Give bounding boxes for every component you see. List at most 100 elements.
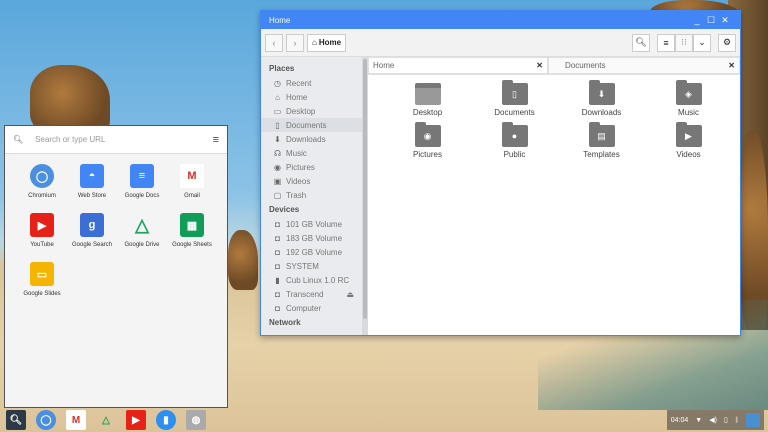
- video-icon: ▣: [273, 176, 282, 186]
- app-chromium[interactable]: ◯ Chromium: [17, 164, 67, 199]
- sidebar-item-recent[interactable]: ◷ Recent: [261, 76, 368, 90]
- sidebar-scrollbar[interactable]: [362, 57, 368, 335]
- sidebar-item-music[interactable]: ☊ Music: [261, 146, 368, 160]
- sidebar-device-item[interactable]: ◘ SYSTEM: [261, 259, 368, 273]
- shelf-launcher-search-icon[interactable]: 🔍︎: [6, 410, 26, 430]
- folder-desktop-icon: [414, 83, 441, 105]
- sidebar: Places ◷ Recent ⌂ Home ▭ Desktop ▯ Documents ⬇ Do…: [261, 57, 368, 335]
- folder-person-icon: ●: [501, 122, 528, 147]
- web-store-icon: ◓: [80, 164, 104, 188]
- folder-document-icon: ▯: [501, 80, 528, 105]
- trash-icon: ▢: [273, 190, 282, 200]
- close-tab-icon[interactable]: ✕: [536, 61, 543, 70]
- google-sheets-icon: ▦: [180, 213, 204, 237]
- volume-icon: ◀): [709, 417, 717, 424]
- bluetooth-icon: ᛒ: [734, 416, 739, 424]
- minimize-button[interactable]: _: [690, 15, 704, 25]
- folder-documents[interactable]: ▯ Documents: [471, 80, 558, 117]
- tab-home[interactable]: Home ✕: [368, 57, 548, 74]
- title-bar[interactable]: Home _ ☐ ✕: [261, 11, 740, 29]
- sidebar-item-downloads[interactable]: ⬇ Downloads: [261, 132, 368, 146]
- google-drive-icon: △: [135, 214, 149, 235]
- app-youtube[interactable]: ▶ YouTube: [17, 213, 67, 248]
- app-web-store[interactable]: ◓ Web Store: [67, 164, 117, 199]
- app-google-docs[interactable]: ≡ Google Docs: [117, 164, 167, 199]
- shelf-files-icon[interactable]: ▮: [156, 410, 176, 430]
- app-google-drive[interactable]: △ Google Drive: [117, 213, 167, 249]
- sidebar-device-item[interactable]: ◘ Computer: [261, 301, 368, 315]
- shelf-youtube-icon[interactable]: ▶: [126, 410, 146, 430]
- folder-template-icon: ▤: [588, 122, 615, 147]
- download-icon: ⬇: [274, 134, 281, 144]
- camera-icon: ◉: [274, 162, 281, 172]
- launcher-search-box[interactable]: 🔍︎ Search or type URL ≡: [5, 126, 227, 154]
- maximize-button[interactable]: ☐: [704, 15, 718, 26]
- shelf-software-center-icon[interactable]: ◍: [186, 410, 206, 430]
- app-google-slides[interactable]: ▭ Google Slides: [17, 262, 67, 297]
- devices-header: Devices: [269, 205, 300, 214]
- sidebar-item-trash[interactable]: ▢ Trash: [261, 188, 368, 202]
- places-header: Places: [269, 64, 295, 73]
- drive-icon: ◘: [275, 289, 280, 299]
- close-button[interactable]: ✕: [718, 15, 732, 26]
- folder-camera-icon: ◉: [414, 122, 441, 147]
- list-view-button[interactable]: ≡: [657, 33, 675, 52]
- folder-music[interactable]: ◈ Music: [645, 80, 732, 117]
- sidebar-device-item[interactable]: ◘ 183 GB Volume: [261, 231, 368, 245]
- sidebar-device-item[interactable]: ◘ 192 GB Volume: [261, 245, 368, 259]
- folder-pictures[interactable]: ◉ Pictures: [384, 122, 471, 159]
- folder-templates[interactable]: ▤ Templates: [558, 122, 645, 159]
- drive-icon: ◘: [275, 261, 280, 271]
- sidebar-item-home[interactable]: ⌂ Home: [261, 90, 368, 104]
- home-icon: ⌂: [275, 92, 280, 102]
- shelf-gmail-icon[interactable]: M: [66, 410, 86, 430]
- app-gmail[interactable]: M Gmail: [167, 164, 217, 199]
- app-google-search[interactable]: g Google Search: [67, 213, 117, 248]
- back-button[interactable]: ‹: [265, 33, 283, 52]
- search-button[interactable]: 🔍︎: [632, 33, 650, 52]
- sidebar-device-item[interactable]: ▮ Cub Linux 1.0 RC: [261, 273, 368, 287]
- shelf-google-drive-icon[interactable]: △: [96, 410, 116, 430]
- drive-icon: ◘: [275, 233, 280, 243]
- battery-icon: ▯: [723, 417, 728, 424]
- sidebar-device-item[interactable]: ◘ 101 GB Volume: [261, 217, 368, 231]
- folder-downloads[interactable]: ⬇ Downloads: [558, 80, 645, 117]
- user-avatar: [746, 413, 760, 427]
- shelf-chromium-icon[interactable]: ◯: [36, 410, 56, 430]
- forward-button[interactable]: ›: [286, 33, 304, 52]
- grid-view-button[interactable]: ⁝⁝: [675, 33, 693, 52]
- location-home-button[interactable]: ⌂ Home: [307, 33, 347, 52]
- sidebar-item-desktop[interactable]: ▭ Desktop: [261, 104, 368, 118]
- folder-music-icon: ◈: [675, 80, 702, 105]
- document-icon: ▯: [275, 120, 280, 130]
- settings-gear-icon[interactable]: ⚙: [718, 33, 736, 52]
- home-icon: ⌂: [312, 38, 317, 47]
- usb-icon: ▮: [275, 275, 280, 285]
- search-input[interactable]: Search or type URL: [35, 135, 105, 144]
- folder-download-icon: ⬇: [588, 80, 615, 105]
- drive-icon: ◘: [275, 247, 280, 257]
- close-tab-icon[interactable]: ✕: [728, 61, 735, 70]
- status-tray[interactable]: 04:04 ▼ ◀) ▯ ᛒ: [666, 410, 764, 430]
- headphones-icon: ☊: [273, 148, 282, 158]
- google-docs-icon: ≡: [130, 164, 154, 188]
- sidebar-item-pictures[interactable]: ◉ Pictures: [261, 160, 368, 174]
- app-google-sheets[interactable]: ▦ Google Sheets: [167, 213, 217, 248]
- wallpaper-rock: [228, 230, 258, 290]
- app-launcher: 🔍︎ Search or type URL ≡ ◯ Chromium ◓ Web St…: [4, 125, 228, 408]
- folder-desktop[interactable]: Desktop: [384, 83, 471, 117]
- menu-icon[interactable]: ≡: [213, 134, 219, 146]
- folder-videos[interactable]: ▶ Videos: [645, 122, 732, 159]
- folder-public[interactable]: ● Public: [471, 122, 558, 159]
- drive-icon: ◘: [275, 303, 280, 313]
- google-search-icon: g: [80, 213, 104, 237]
- tab-documents[interactable]: Documents ✕: [548, 57, 740, 74]
- sidebar-device-item[interactable]: ◘ Transcend ⏏: [261, 287, 368, 301]
- window-title: Home: [269, 15, 291, 25]
- sidebar-item-documents[interactable]: ▯ Documents: [261, 118, 368, 132]
- view-options-chevron-down-icon[interactable]: ⌄: [693, 33, 711, 52]
- eject-icon[interactable]: ⏏: [346, 290, 354, 299]
- sidebar-item-videos[interactable]: ▣ Videos: [261, 174, 368, 188]
- clock-icon: ◷: [274, 78, 281, 88]
- gmail-icon: M: [180, 164, 204, 188]
